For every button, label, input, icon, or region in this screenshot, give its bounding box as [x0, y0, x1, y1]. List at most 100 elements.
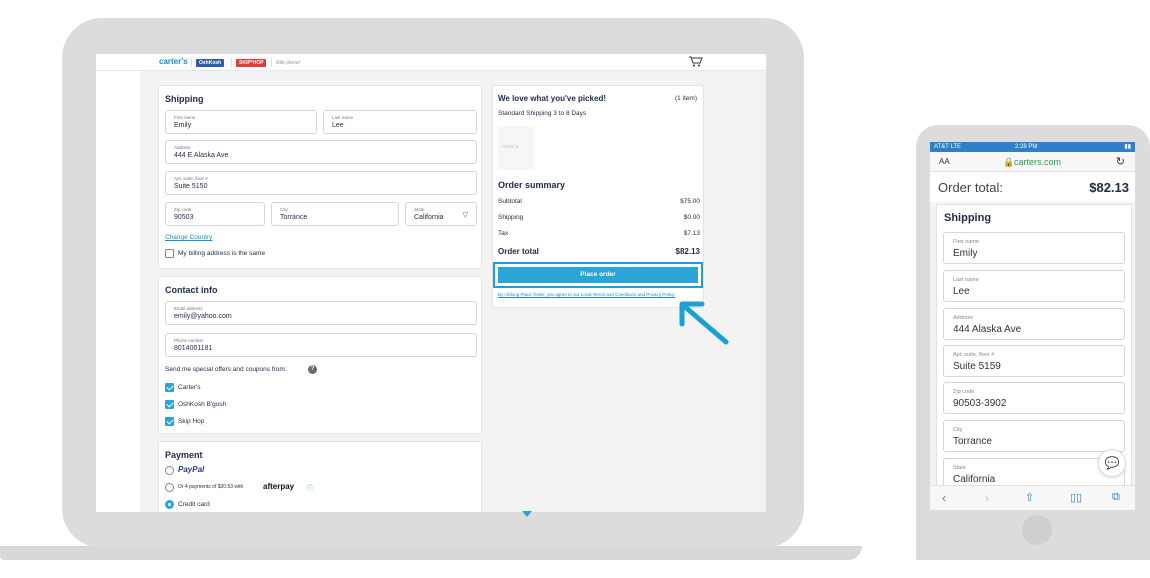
field-value: Emily [174, 122, 192, 129]
reload-icon[interactable]: ↻ [1116, 155, 1125, 168]
field-value: 90503 [174, 214, 194, 221]
share-icon[interactable]: ⇧ [1025, 491, 1034, 504]
bookmarks-icon[interactable]: ▯▯ [1070, 491, 1082, 504]
shipping-value: $0.00 [683, 214, 700, 221]
carters-logo[interactable]: carter's [159, 57, 188, 66]
shipping-card: Shipping First name Emily Last name Lee … [158, 85, 482, 269]
field-value: Emily [953, 248, 978, 259]
field-value: Lee [953, 286, 970, 297]
afterpay-text: Or 4 payments of $20.53 with [178, 484, 244, 490]
subtotal-row: Subtotal $75.00 [498, 198, 700, 205]
field-value: 90503-3902 [953, 398, 1007, 409]
tax-value: $7.13 [683, 230, 700, 237]
skiphop-logo[interactable]: SKIP*HOP [236, 59, 267, 67]
change-country-link[interactable]: Change Country [165, 234, 212, 241]
shipping-label: Shipping [498, 214, 524, 221]
field-value: 444 Alaska Ave [953, 324, 1022, 335]
field-label: Last name [953, 277, 979, 283]
apt-field[interactable]: Apt, suite, floor # Suite 5150 [165, 171, 477, 195]
city-field[interactable]: City Torrance [271, 202, 399, 226]
order-total-label: Order total [498, 247, 539, 256]
divider [231, 58, 232, 67]
billing-same-checkbox[interactable] [165, 249, 174, 258]
oshkosh-offer-checkbox[interactable] [165, 400, 174, 409]
phone-first-name-field[interactable]: First name Emily [943, 232, 1125, 264]
status-bar: AT&T LTE 2:28 PM ▮▮ [930, 142, 1135, 152]
field-value: California [414, 214, 444, 221]
field-value: Torrance [280, 214, 308, 221]
chat-icon[interactable]: 💬 [1098, 449, 1126, 477]
field-value: Suite 5150 [174, 183, 208, 190]
place-order-button[interactable]: Place order [498, 267, 698, 283]
battery-icon: ▮▮ [1124, 144, 1131, 150]
field-label: Phone number [174, 338, 204, 343]
tabs-icon[interactable]: ⧉ [1112, 491, 1120, 504]
url-text[interactable]: carters.com [1014, 157, 1061, 167]
item-count: (1 item) [674, 95, 697, 102]
carrier-label: AT&T LTE [934, 144, 962, 150]
order-total-value: $82.13 [675, 247, 700, 256]
phone-city-field[interactable]: City Torrance [943, 420, 1125, 452]
billing-same-label: My billing address is the same [178, 250, 266, 257]
browser-toolbar: ‹ › ⇧ ▯▯ ⧉ [930, 485, 1135, 510]
shipping-note: Standard Shipping 3 to 8 Days [498, 110, 587, 117]
shipping-title: Shipping [165, 94, 204, 104]
phone-shipping-title: Shipping [944, 212, 992, 224]
text-size-button[interactable]: AA [939, 157, 950, 166]
littleplanet-logo[interactable]: little planet [276, 60, 300, 66]
tax-label: Tax [498, 230, 509, 237]
home-button[interactable] [1022, 515, 1052, 545]
phone-screen: AT&T LTE 2:28 PM ▮▮ AA 🔒 carters.com ↻ O… [930, 142, 1135, 510]
tax-row: Tax $7.13 [498, 230, 700, 237]
scroll-indicator-icon [522, 511, 532, 517]
oshkosh-offer-label: OshKosh B'gosh [178, 401, 227, 408]
product-thumbnail[interactable]: carter's [498, 126, 534, 170]
info-icon[interactable]: ⓘ [307, 483, 313, 492]
site-header: carter's OshKosh SKIP*HOP little planet [96, 54, 766, 71]
skiphop-offer-checkbox[interactable] [165, 417, 174, 426]
credit-card-label: Credit card [178, 501, 210, 508]
back-icon[interactable]: ‹ [942, 491, 946, 505]
field-label: Zip code [953, 389, 975, 395]
zip-field[interactable]: Zip code 90503 [165, 202, 265, 226]
field-label: Address [174, 145, 191, 150]
field-label: Apt, suite, floor # [174, 176, 208, 181]
terms-text[interactable]: By clicking Place Order, you agree to ou… [498, 292, 698, 298]
field-label: Address [953, 315, 974, 321]
order-summary-title: Order summary [498, 180, 566, 190]
field-label: State [953, 465, 966, 471]
phone-field[interactable]: Phone number 8014001181 [165, 333, 477, 357]
help-icon[interactable]: ? [308, 365, 317, 374]
paypal-radio[interactable] [165, 466, 174, 475]
field-label: City [280, 207, 288, 212]
field-label: State [414, 207, 425, 212]
field-label: First name [953, 239, 979, 245]
skiphop-offer-label: Skip Hop [178, 418, 205, 425]
cart-icon[interactable] [689, 56, 703, 70]
state-select[interactable]: State California ▽ [405, 202, 477, 226]
payment-card: Payment PayPal Or 4 payments of $20.53 w… [158, 441, 482, 512]
first-name-field[interactable]: First name Emily [165, 110, 317, 134]
field-label: City [953, 427, 963, 433]
forward-icon[interactable]: › [985, 491, 989, 505]
phone-zip-field[interactable]: Zip code 90503-3902 [943, 382, 1125, 414]
phone-address-field[interactable]: Address 444 Alaska Ave [943, 308, 1125, 340]
credit-card-radio[interactable] [165, 500, 174, 509]
afterpay-radio[interactable] [165, 483, 174, 492]
last-name-field[interactable]: Last name Lee [323, 110, 477, 134]
field-value: 8014001181 [174, 345, 213, 352]
divider [271, 58, 272, 67]
email-field[interactable]: Email address emily@yahoo.com [165, 301, 477, 325]
chevron-down-icon: ▽ [462, 212, 468, 219]
carters-offer-checkbox[interactable] [165, 383, 174, 392]
url-bar[interactable]: AA 🔒 carters.com ↻ [930, 152, 1135, 172]
offers-label: Send me special offers and coupons from: [165, 366, 287, 373]
phone-apt-field[interactable]: Apt, suite, floor # Suite 5159 [943, 345, 1125, 377]
address-field[interactable]: Address 444 E Alaska Ave [165, 140, 477, 164]
picked-title: We love what you've picked! [498, 94, 607, 103]
field-label: Last name [332, 115, 354, 120]
phone-last-name-field[interactable]: Last name Lee [943, 270, 1125, 302]
oshkosh-logo[interactable]: OshKosh [196, 59, 225, 67]
field-label: First name [174, 115, 196, 120]
subtotal-value: $75.00 [680, 198, 700, 205]
